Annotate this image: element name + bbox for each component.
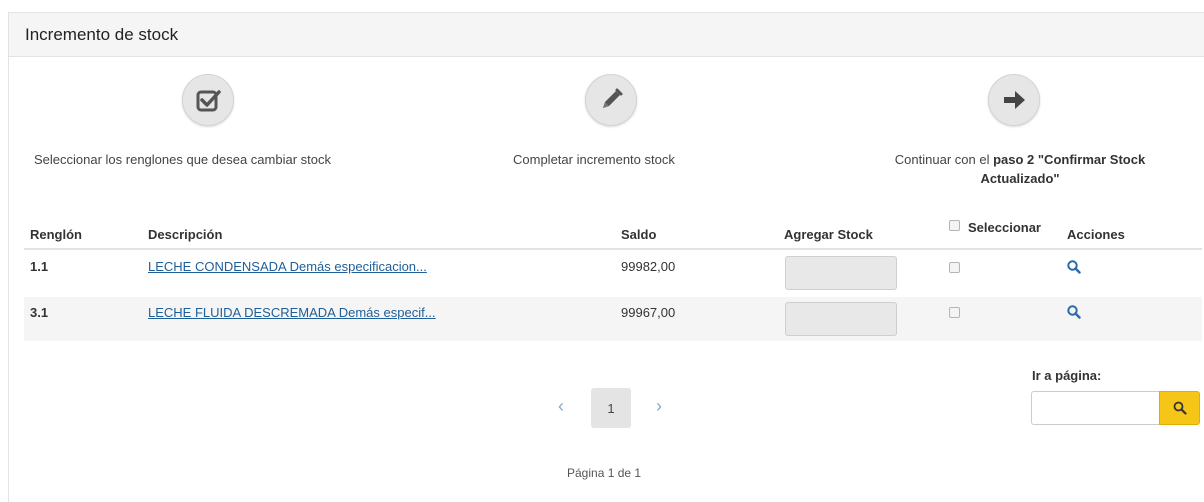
pagination-page-button[interactable]: 1 bbox=[591, 388, 631, 428]
row-renglon: 3.1 bbox=[30, 305, 49, 320]
step-3-text-bold: paso 2 "Confirmar Stock Actualizado" bbox=[980, 152, 1146, 186]
arrow-right-icon bbox=[1004, 91, 1025, 109]
table-header: Renglón Descripción Saldo Agregar Stock … bbox=[24, 218, 1202, 250]
select-all-checkbox[interactable] bbox=[949, 220, 960, 231]
header-agregar-stock: Agregar Stock bbox=[784, 227, 873, 242]
header-acciones: Acciones bbox=[1067, 227, 1125, 242]
agregar-stock-input[interactable] bbox=[785, 256, 897, 290]
header-renglon: Renglón bbox=[30, 227, 82, 242]
panel-title: Incremento de stock bbox=[25, 24, 179, 44]
header-seleccionar: Seleccionar bbox=[968, 220, 1041, 235]
step-2-text: Completar incremento stock bbox=[513, 152, 675, 167]
step-3-arrow-right-icon bbox=[988, 74, 1040, 126]
row-saldo: 99967,00 bbox=[621, 305, 676, 320]
step-1-text: Seleccionar los renglones que desea camb… bbox=[34, 152, 332, 167]
header-descripcion: Descripción bbox=[148, 227, 223, 242]
pagination-next-chevron-icon[interactable]: › bbox=[656, 396, 662, 417]
row-description-link[interactable]: LECHE CONDENSADA Demás especificacion... bbox=[148, 259, 427, 274]
page-info: Página 1 de 1 bbox=[567, 466, 642, 480]
row-select-checkbox[interactable] bbox=[949, 307, 960, 318]
header-saldo: Saldo bbox=[621, 227, 657, 242]
step-1-checkbox-icon bbox=[182, 74, 234, 126]
step-3-text-prefix: Continuar con el bbox=[894, 152, 990, 167]
search-icon[interactable] bbox=[1067, 305, 1081, 319]
search-icon[interactable] bbox=[1067, 260, 1081, 274]
step-3-text: Continuar con el paso 2 "Confirmar Stock… bbox=[860, 150, 1180, 188]
agregar-stock-input[interactable] bbox=[785, 302, 897, 336]
table-row: 1.1 LECHE CONDENSADA Demás especificacio… bbox=[24, 252, 1202, 296]
step-2-pencil-icon bbox=[585, 74, 637, 126]
row-description-link[interactable]: LECHE FLUIDA DESCREMADA Demás especif... bbox=[148, 305, 436, 320]
pencil-icon bbox=[603, 88, 623, 108]
row-select-checkbox[interactable] bbox=[949, 262, 960, 273]
panel-header: Incremento de stock bbox=[9, 13, 1204, 57]
search-icon bbox=[1173, 401, 1187, 415]
checkbox-icon bbox=[196, 90, 221, 112]
goto-page-search-button[interactable] bbox=[1159, 391, 1200, 425]
pagination-prev-chevron-icon[interactable]: ‹ bbox=[558, 396, 564, 417]
goto-page-input[interactable] bbox=[1031, 391, 1159, 425]
table-row: 3.1 LECHE FLUIDA DESCREMADA Demás especi… bbox=[24, 297, 1202, 341]
row-renglon: 1.1 bbox=[30, 259, 49, 274]
row-saldo: 99982,00 bbox=[621, 259, 676, 274]
goto-page-label: Ir a página: bbox=[1032, 368, 1102, 383]
